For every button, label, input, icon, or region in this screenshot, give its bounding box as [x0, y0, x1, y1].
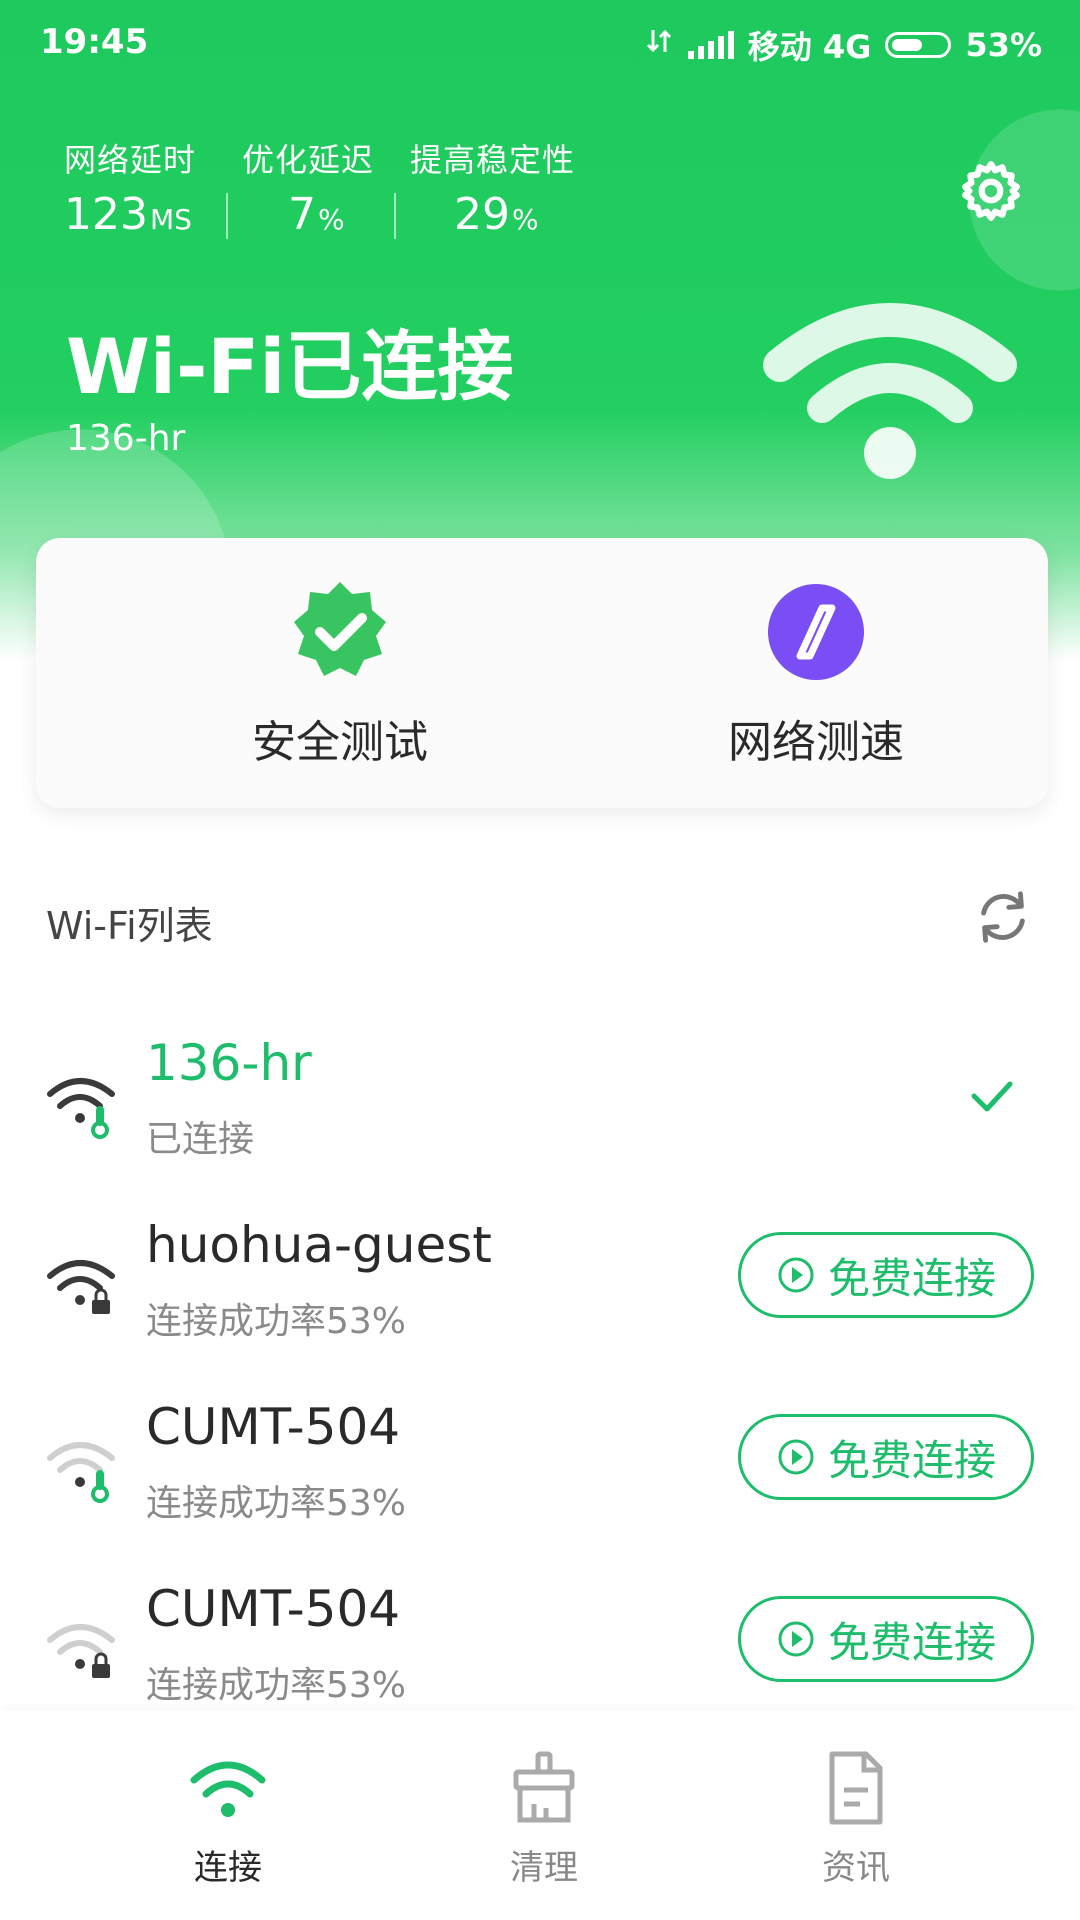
free-connect-button[interactable]: 免费连接	[738, 1414, 1034, 1500]
play-circle-icon	[778, 1621, 814, 1657]
free-connect-button[interactable]: 免费连接	[738, 1232, 1034, 1318]
battery-icon	[885, 32, 952, 58]
wifi-name: CUMT-504	[146, 1398, 401, 1456]
stat-stability: 提高稳定性 29%	[396, 135, 575, 240]
wifi-signal-weak-thermometer-icon	[47, 1442, 115, 1503]
connection-title: Wi-Fi已连接	[66, 322, 514, 411]
nav-label: 连接	[194, 1848, 262, 1888]
wifi-icon	[190, 1761, 266, 1817]
wifi-signal-weak-lock-icon	[47, 1624, 115, 1678]
stat-label: 优化延迟	[242, 141, 375, 179]
settings-gear-icon[interactable]	[958, 158, 1024, 224]
play-circle-icon	[778, 1257, 814, 1293]
free-connect-button[interactable]: 免费连接	[738, 1596, 1034, 1682]
wifi-signal-lock-icon	[47, 1260, 115, 1314]
wifi-signal-thermometer-icon	[47, 1078, 115, 1139]
carrier-label: 移动 4G	[747, 28, 872, 66]
stat-label: 网络延时	[64, 141, 197, 179]
nav-label: 资讯	[822, 1848, 890, 1888]
speed-test-button[interactable]: 网络测速	[646, 578, 986, 770]
nav-label: 清理	[510, 1848, 578, 1888]
wifi-row[interactable]: huohua-guest 连接成功率53% 免费连接	[0, 1202, 1080, 1384]
speed-compass-icon	[768, 584, 864, 680]
speed-test-label: 网络测速	[728, 717, 904, 768]
broom-cleaner-icon	[513, 1751, 575, 1823]
signal-strength-icon	[687, 31, 734, 59]
wifi-row[interactable]: CUMT-504 连接成功率53% 免费连接	[0, 1384, 1080, 1566]
wifi-status: 已连接	[146, 1119, 255, 1160]
stat-value: 7%	[288, 189, 345, 240]
wifi-list: 136-hr 已连接 huohua-guest 连接成功率53% 免费连接 CU…	[0, 1020, 1080, 1748]
data-transfer-icon	[644, 26, 674, 64]
shield-check-icon	[294, 582, 386, 676]
free-connect-label: 免费连接	[827, 1253, 996, 1303]
connected-ssid: 136-hr	[66, 418, 186, 459]
bottom-nav: 连接 清理 资讯	[0, 1710, 1080, 1920]
wifi-name: huohua-guest	[146, 1216, 492, 1274]
wifi-row-connected[interactable]: 136-hr 已连接	[0, 1020, 1080, 1202]
security-test-label: 安全测试	[252, 717, 428, 768]
wifi-success-rate: 连接成功率53%	[146, 1483, 407, 1524]
network-stats: 网络延时 123MS 优化延迟 7% 提高稳定性 29%	[64, 135, 575, 240]
wifi-success-rate: 连接成功率53%	[146, 1301, 407, 1342]
quick-actions-card: 安全测试 网络测速	[36, 538, 1048, 808]
status-time: 19:45	[40, 22, 149, 62]
stat-label: 提高稳定性	[410, 141, 576, 179]
stat-value: 29%	[454, 189, 539, 240]
connected-check-icon	[971, 1081, 1013, 1112]
refresh-icon[interactable]	[972, 886, 1034, 948]
stat-latency: 网络延时 123MS	[64, 135, 218, 240]
free-connect-label: 免费连接	[827, 1617, 996, 1667]
play-circle-icon	[778, 1439, 814, 1475]
stat-value: 123MS	[64, 189, 192, 240]
wifi-success-rate: 连接成功率53%	[146, 1665, 407, 1706]
free-connect-label: 免费连接	[827, 1435, 996, 1485]
document-icon	[829, 1751, 883, 1825]
status-indicators: 移动 4G 53%	[644, 22, 1042, 68]
stat-latency-optimization: 优化延迟 7%	[228, 135, 380, 240]
wifi-list-title: Wi-Fi列表	[46, 904, 213, 948]
nav-tab-connect[interactable]: 连接	[128, 1748, 328, 1889]
wifi-hero-icon	[763, 303, 1017, 479]
status-bar: 19:45 移动 4G 53%	[0, 0, 1080, 88]
nav-tab-news[interactable]: 资讯	[756, 1748, 956, 1889]
wifi-name: 136-hr	[146, 1034, 312, 1092]
wifi-name: CUMT-504	[146, 1580, 401, 1638]
security-test-button[interactable]: 安全测试	[170, 578, 510, 770]
nav-tab-clean[interactable]: 清理	[444, 1748, 644, 1889]
battery-percent: 53%	[965, 26, 1042, 64]
